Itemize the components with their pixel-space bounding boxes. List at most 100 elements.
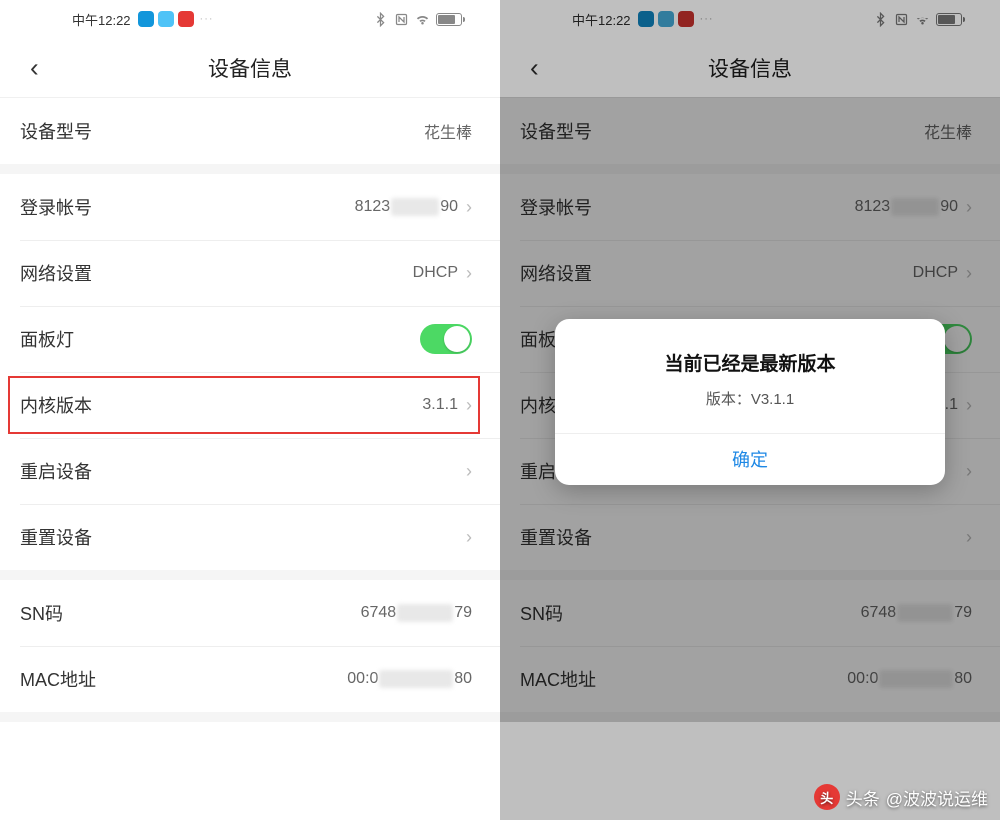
chevron-right-icon: › xyxy=(966,396,972,414)
row-value: DHCP xyxy=(413,264,458,282)
row-value: 8123xxxxxx90 xyxy=(355,198,458,216)
app-badge-icon xyxy=(678,11,694,27)
phone-screen-right: 中午12:22 ··· ‹ 设备信息 设备型号 花生棒 登录帐号 8123xxx… xyxy=(500,0,1000,820)
section-divider xyxy=(500,164,1000,174)
row-label: 面板灯 xyxy=(20,326,74,352)
row-label: MAC地址 xyxy=(20,666,96,692)
section-divider xyxy=(0,570,500,580)
row-label: 内核版本 xyxy=(20,392,92,418)
row-mac-address: MAC地址 00:0x:xx:xx:xx:80 xyxy=(500,646,1000,712)
row-value: 6748xxxxxxx79 xyxy=(361,604,472,622)
watermark-prefix: 头条 xyxy=(846,785,880,810)
row-label: 设备型号 xyxy=(20,118,92,144)
row-reset-device[interactable]: 重置设备 › xyxy=(500,504,1000,570)
app-badge-icon xyxy=(178,11,194,27)
chevron-right-icon: › xyxy=(466,198,472,216)
status-bar: 中午12:22 ··· xyxy=(0,0,500,38)
section-divider xyxy=(0,164,500,174)
chevron-right-icon: › xyxy=(966,264,972,282)
status-time: 中午12:22 xyxy=(72,10,131,29)
row-value: 00:0x:xx:xx:xx:80 xyxy=(347,670,472,688)
toggle-knob xyxy=(944,326,970,352)
row-value: 00:0x:xx:xx:xx:80 xyxy=(847,670,972,688)
app-badge-icon xyxy=(138,11,154,27)
status-bar: 中午12:22 ··· xyxy=(500,0,1000,38)
toggle-knob xyxy=(444,326,470,352)
bluetooth-icon xyxy=(373,12,388,27)
status-more-icon: ··· xyxy=(200,13,214,25)
status-left: 中午12:22 ··· xyxy=(572,10,714,29)
row-login-account[interactable]: 登录帐号 8123xxxxxx90 › xyxy=(0,174,500,240)
row-device-model[interactable]: 设备型号 花生棒 xyxy=(500,98,1000,164)
dialog-subtitle: 版本：V3.1.1 xyxy=(575,388,925,409)
row-label: 登录帐号 xyxy=(20,194,92,220)
row-label: MAC地址 xyxy=(520,666,596,692)
row-label: 重置设备 xyxy=(520,524,592,550)
back-button[interactable]: ‹ xyxy=(30,52,39,83)
nfc-icon xyxy=(394,12,409,27)
row-label: 网络设置 xyxy=(520,260,592,286)
nfc-icon xyxy=(894,12,909,27)
watermark: 头 头条 @波波说运维 xyxy=(814,784,988,810)
row-value: 8123xxxxxx90 xyxy=(855,198,958,216)
row-value: 花生棒 xyxy=(424,119,472,143)
row-value: 花生棒 xyxy=(924,119,972,143)
phone-screen-left: 中午12:22 ··· ‹ 设备信息 设备型号 花生棒 登录帐号 8123xxx… xyxy=(0,0,500,820)
status-right xyxy=(873,12,962,27)
chevron-right-icon: › xyxy=(466,462,472,480)
page-title: 设备信息 xyxy=(208,53,292,83)
row-reset-device[interactable]: 重置设备 › xyxy=(0,504,500,570)
status-time: 中午12:22 xyxy=(572,10,631,29)
row-value: 6748xxxxxxx79 xyxy=(861,604,972,622)
chevron-right-icon: › xyxy=(966,198,972,216)
page-title: 设备信息 xyxy=(708,53,792,83)
wifi-icon xyxy=(415,12,430,27)
bluetooth-icon xyxy=(873,12,888,27)
section-divider xyxy=(500,712,1000,722)
chevron-right-icon: › xyxy=(966,528,972,546)
row-sn-code: SN码 6748xxxxxxx79 xyxy=(500,580,1000,646)
row-mac-address: MAC地址 00:0x:xx:xx:xx:80 xyxy=(0,646,500,712)
chevron-right-icon: › xyxy=(466,396,472,414)
row-sn-code: SN码 6748xxxxxxx79 xyxy=(0,580,500,646)
settings-list: 设备型号 花生棒 登录帐号 8123xxxxxx90 › 网络设置 DHCP ›… xyxy=(0,98,500,722)
row-login-account[interactable]: 登录帐号 8123xxxxxx90 › xyxy=(500,174,1000,240)
nav-header: ‹ 设备信息 xyxy=(500,38,1000,98)
section-divider xyxy=(500,570,1000,580)
row-value: 3.1.1 xyxy=(422,396,458,414)
row-label: 重启设备 xyxy=(20,458,92,484)
nav-header: ‹ 设备信息 xyxy=(0,38,500,98)
dialog-confirm-button[interactable]: 确定 xyxy=(555,433,945,485)
row-label: SN码 xyxy=(20,600,63,626)
chevron-right-icon: › xyxy=(966,462,972,480)
row-device-model[interactable]: 设备型号 花生棒 xyxy=(0,98,500,164)
row-panel-light: 面板灯 xyxy=(0,306,500,372)
row-kernel-version[interactable]: 内核版本 3.1.1 › xyxy=(0,372,500,438)
section-divider xyxy=(0,712,500,722)
row-label: 设备型号 xyxy=(520,118,592,144)
dialog-title: 当前已经是最新版本 xyxy=(575,349,925,376)
row-label: SN码 xyxy=(520,600,563,626)
row-label: 网络设置 xyxy=(20,260,92,286)
chevron-right-icon: › xyxy=(466,528,472,546)
status-right xyxy=(373,12,462,27)
app-badge-icon xyxy=(638,11,654,27)
panel-light-toggle[interactable] xyxy=(420,324,472,354)
status-more-icon: ··· xyxy=(700,13,714,25)
version-dialog: 当前已经是最新版本 版本：V3.1.1 确定 xyxy=(555,319,945,485)
row-label: 重置设备 xyxy=(20,524,92,550)
status-left: 中午12:22 ··· xyxy=(72,10,214,29)
row-network-settings[interactable]: 网络设置 DHCP › xyxy=(500,240,1000,306)
app-badge-icon xyxy=(158,11,174,27)
row-label: 登录帐号 xyxy=(520,194,592,220)
watermark-logo-icon: 头 xyxy=(814,784,840,810)
row-value: DHCP xyxy=(913,264,958,282)
back-button[interactable]: ‹ xyxy=(530,52,539,83)
app-badge-icon xyxy=(658,11,674,27)
row-restart-device[interactable]: 重启设备 › xyxy=(0,438,500,504)
wifi-icon xyxy=(915,12,930,27)
row-network-settings[interactable]: 网络设置 DHCP › xyxy=(0,240,500,306)
battery-icon xyxy=(936,13,962,26)
watermark-text: @波波说运维 xyxy=(886,785,988,810)
chevron-right-icon: › xyxy=(466,264,472,282)
